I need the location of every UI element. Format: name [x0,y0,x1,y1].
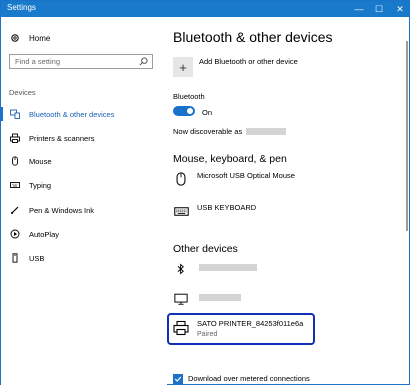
home-label: Home [29,33,51,43]
redacted-device-name [199,264,257,271]
device-item-mouse[interactable]: Microsoft USB Optical Mouse [173,169,403,191]
search-placeholder: Find a setting [15,57,61,66]
plus-icon: + [179,59,187,75]
device-name: SATO PRINTER_84253f011e6a [197,319,304,328]
scrollbar[interactable] [404,17,410,385]
metered-label: Download over metered connections [188,374,310,383]
device-item-redacted-display[interactable] [173,289,403,311]
redacted-device-name [199,294,241,301]
device-item-keyboard[interactable]: USB KEYBOARD [173,201,403,223]
search-icon [139,57,148,66]
keyboard-icon [9,179,21,191]
checkmark-icon [174,376,182,382]
main-content: Bluetooth & other devices + Add Bluetoot… [167,17,403,385]
sidebar-item-label: USB [29,253,45,263]
device-name: USB KEYBOARD [197,203,257,212]
title-bar[interactable]: Settings — ☐ ✕ [1,1,409,17]
metered-checkbox[interactable] [173,374,183,384]
bluetooth-icon [173,261,189,277]
close-button[interactable]: ✕ [387,1,410,17]
pen-icon [9,204,21,216]
bluetooth-label: Bluetooth [173,92,205,101]
sidebar-item-label: Typing [29,180,52,190]
discoverable-status: Now discoverable as [173,127,287,136]
bluetooth-state: On [202,108,213,117]
home-link[interactable]: Home [9,32,50,44]
add-device-label[interactable]: Add Bluetooth or other device [199,57,298,66]
sidebar-item-printers[interactable]: Printers & scanners [1,128,167,148]
add-device-button[interactable]: + [173,57,193,77]
sidebar-item-label: Pen & Windows Ink [29,205,95,215]
printer-icon [9,132,21,144]
discoverable-text: Now discoverable as [173,127,243,136]
device-name: Microsoft USB Optical Mouse [197,171,295,180]
section-heading-mouse-keyboard-pen: Mouse, keyboard, & pen [173,153,287,165]
sidebar-item-pen[interactable]: Pen & Windows Ink [1,200,167,220]
sidebar-item-label: Printers & scanners [29,133,95,143]
sidebar-item-typing[interactable]: Typing [1,175,167,195]
sidebar-item-label: Mouse [29,156,52,166]
device-item-redacted-bluetooth[interactable] [173,259,403,281]
monitor-icon [173,291,189,307]
autoplay-icon [9,228,21,240]
gear-icon [9,32,21,44]
usb-icon [9,252,21,264]
section-heading-other-devices: Other devices [173,243,238,255]
bluetooth-devices-icon [9,108,21,120]
settings-window: Settings — ☐ ✕ Home Find a setting Devic… [0,0,410,385]
printer-icon [173,320,189,336]
mouse-icon [9,155,21,167]
sidebar-item-bluetooth[interactable]: Bluetooth & other devices [1,104,167,124]
sidebar-item-label: AutoPlay [29,229,60,239]
sidebar: Home Find a setting Devices Bluetooth & … [1,17,167,385]
redacted-device-name [246,128,287,135]
sidebar-item-mouse[interactable]: Mouse [1,151,167,171]
section-label-devices: Devices [9,88,36,97]
keyboard-icon [173,203,189,219]
sidebar-item-label: Bluetooth & other devices [29,109,115,119]
sidebar-item-usb[interactable]: USB [1,248,167,268]
bluetooth-toggle[interactable] [173,106,195,116]
window-title: Settings [7,3,36,12]
device-item-printer[interactable]: SATO PRINTER_84253f011e6a Paired [173,317,403,339]
mouse-icon [173,171,189,187]
search-input[interactable]: Find a setting [9,54,153,69]
scrollbar-thumb[interactable] [406,41,408,231]
page-title: Bluetooth & other devices [173,29,333,45]
sidebar-item-autoplay[interactable]: AutoPlay [1,224,167,244]
device-status: Paired [197,331,218,338]
